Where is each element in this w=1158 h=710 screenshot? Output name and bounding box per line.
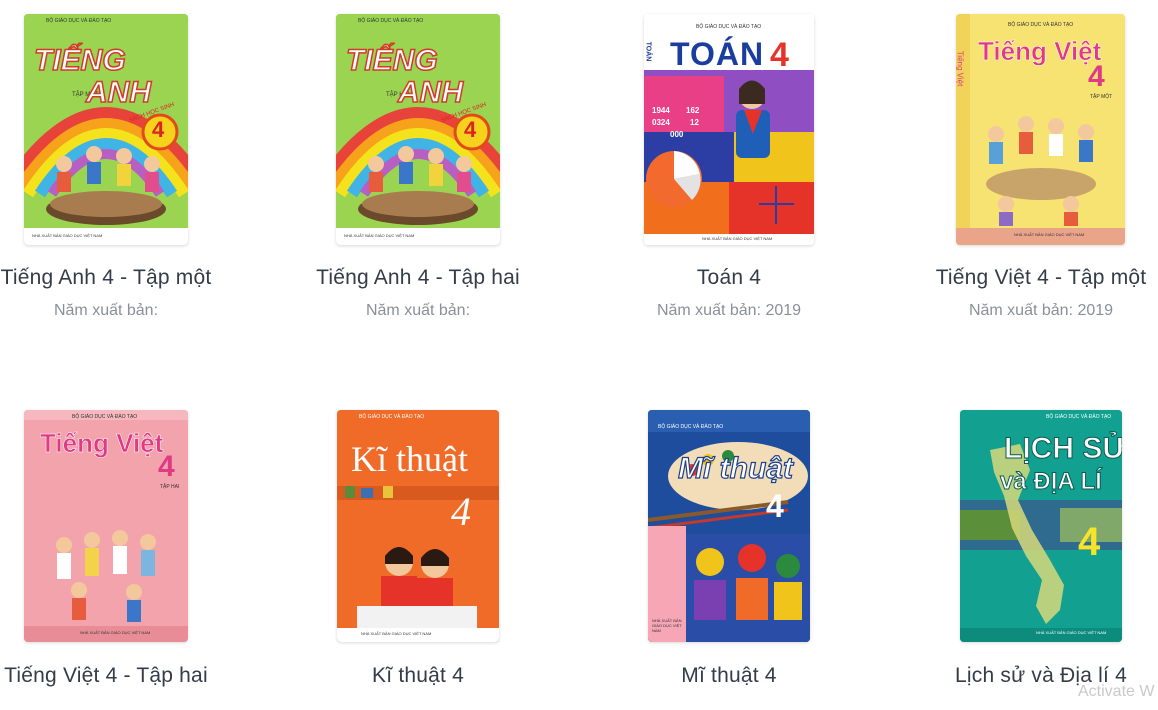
cover-title: Tiếng Việt — [978, 36, 1102, 67]
cover-grade: 4 — [464, 117, 477, 142]
cover-title-line1: TIẾNG — [345, 43, 438, 78]
cover-publisher: NHÀ XUẤT BẢN GIÁO DỤC VIỆT NAM — [1014, 232, 1085, 237]
cover-title: Mĩ thuật — [677, 451, 793, 485]
cover-grade: 4 — [1088, 60, 1105, 93]
activate-windows-watermark: Activate W — [1078, 683, 1155, 700]
cover-grade: 4 — [152, 117, 165, 142]
cover-publisher: NHÀ XUẤT BẢN GIÁO DỤC VIỆT NAM — [702, 236, 773, 241]
book-cover-image[interactable]: BỘ GIÁO DỤC VÀ ĐÀO TẠO Tiếng Việt 4 TẬP … — [956, 14, 1125, 245]
cover-header: BỘ GIÁO DỤC VÀ ĐÀO TẠO — [359, 414, 425, 420]
book-cover-image[interactable]: BỘ GIÁO DỤC VÀ ĐÀO TẠO TIẾNG TẬP HAI ANH… — [336, 14, 500, 245]
cover-calc-1: 1944 — [652, 106, 670, 115]
cover-calc-4: 12 — [690, 118, 699, 127]
cover-grade: 4 — [770, 36, 789, 74]
cover-title-line1: LỊCH SỬ — [1003, 432, 1122, 466]
cover-header: BỘ GIÁO DỤC VÀ ĐÀO TẠO — [658, 424, 724, 430]
cover-title-line2: ANH — [85, 75, 152, 110]
cover-title-line2: ANH — [397, 75, 464, 110]
cover-publisher: NHÀ XUẤT BẢN GIÁO DỤC VIỆT NAM — [652, 618, 682, 633]
cover-calc-5: 000 — [670, 130, 684, 139]
cover-title: Tiếng Việt — [40, 428, 164, 459]
cover-header: BỘ GIÁO DỤC VÀ ĐÀO TẠO — [696, 24, 762, 30]
cover-publisher: NHÀ XUẤT BẢN GIÁO DỤC VIỆT NAM — [32, 233, 103, 238]
book-title[interactable]: Kĩ thuật 4 — [268, 664, 568, 688]
cover-header: BỘ GIÁO DỤC VÀ ĐÀO TẠO — [46, 18, 112, 24]
cover-header: BỘ GIÁO DỤC VÀ ĐÀO TẠO — [1008, 22, 1074, 28]
book-title[interactable]: Tiếng Việt 4 - Tập một — [891, 266, 1158, 290]
cover-grade: 4 — [1078, 520, 1101, 564]
book-cover-image[interactable]: BỘ GIÁO DỤC VÀ ĐÀO TẠO Mĩ thuật 4 NHÀ XU… — [648, 410, 810, 642]
book-year: Năm xuất bản: — [365, 302, 471, 319]
cover-publisher: NHÀ XUẤT BẢN GIÁO DỤC VIỆT NAM — [361, 631, 432, 636]
book-title[interactable]: Tiếng Anh 4 - Tập một — [0, 266, 256, 290]
book-cover-image[interactable]: BỘ GIÁO DỤC VÀ ĐÀO TẠO TOÁN 4 TOÁN 1944 … — [644, 14, 814, 245]
book-cover-image[interactable]: BỘ GIÁO DỤC VÀ ĐÀO TẠO TIẾNG TẬP MỘT ANH… — [24, 14, 188, 245]
cover-spine-label: TOÁN — [644, 41, 652, 62]
book-year: Năm xuất bản: — [53, 302, 159, 319]
book-cover-image[interactable]: BỘ GIÁO DỤC VÀ ĐÀO TẠO Kĩ thuật 4 NHÀ XU… — [337, 410, 499, 642]
book-cover-image[interactable]: BỘ GIÁO DỤC VÀ ĐÀO TẠO LỊCH SỬ và ĐỊA LÍ… — [960, 410, 1122, 642]
cover-header: BỘ GIÁO DỤC VÀ ĐÀO TẠO — [358, 18, 424, 24]
cover-publisher: NHÀ XUẤT BẢN GIÁO DỤC VIỆT NAM — [1036, 630, 1107, 635]
book-year: Năm xuất bản: 2019 — [968, 302, 1114, 319]
cover-title-line2: và ĐỊA LÍ — [1000, 468, 1103, 496]
book-title[interactable]: Toán 4 — [579, 266, 879, 290]
cover-header: BỘ GIÁO DỤC VÀ ĐÀO TẠO — [72, 414, 138, 420]
cover-grade: 4 — [451, 489, 471, 534]
cover-calc-2: 162 — [686, 106, 700, 115]
cover-illustration — [648, 410, 810, 642]
cover-calc-3: 0324 — [652, 118, 670, 127]
book-title[interactable]: Tiếng Anh 4 - Tập hai — [268, 266, 568, 290]
cover-spine-label: Tiếng Việt — [956, 50, 965, 87]
book-cover-image[interactable]: BỘ GIÁO DỤC VÀ ĐÀO TẠO Tiếng Việt 4 TẬP … — [24, 410, 188, 642]
cover-title: Kĩ thuật — [351, 439, 468, 479]
book-title[interactable]: Tiếng Việt 4 - Tập hai — [0, 664, 256, 688]
book-title[interactable]: Mĩ thuật 4 — [579, 664, 879, 688]
book-year: Năm xuất bản: 2019 — [656, 302, 802, 319]
cover-title: TOÁN — [670, 36, 765, 72]
cover-grade: 4 — [158, 450, 175, 483]
cover-subtitle: TẬP HAI — [160, 484, 180, 490]
cover-publisher: NHÀ XUẤT BẢN GIÁO DỤC VIỆT NAM — [344, 233, 415, 238]
cover-subtitle: TẬP MỘT — [1090, 94, 1113, 100]
cover-header: BỘ GIÁO DỤC VÀ ĐÀO TẠO — [1046, 414, 1112, 420]
cover-title-line1: TIẾNG — [33, 43, 126, 78]
cover-publisher: NHÀ XUẤT BẢN GIÁO DỤC VIỆT NAM — [80, 630, 151, 635]
cover-grade: 4 — [766, 488, 784, 524]
